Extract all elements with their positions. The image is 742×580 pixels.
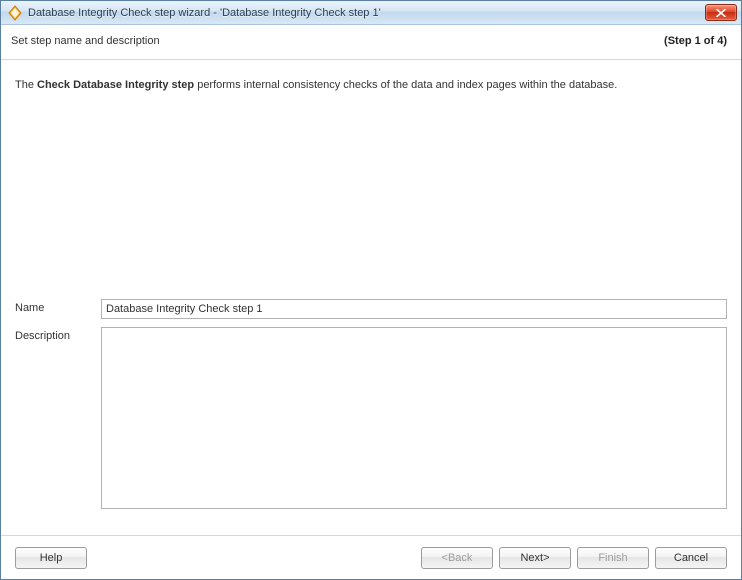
spacer-area: [15, 109, 727, 299]
title-bar: Database Integrity Check step wizard - '…: [1, 1, 741, 25]
description-label: Description: [15, 327, 101, 342]
name-input[interactable]: [101, 299, 727, 319]
intro-prefix: The: [15, 79, 37, 91]
finish-button[interactable]: Finish: [577, 547, 649, 569]
next-button[interactable]: Next>: [499, 547, 571, 569]
wizard-window: Database Integrity Check step wizard - '…: [0, 0, 742, 580]
intro-suffix: performs internal consistency checks of …: [194, 79, 617, 91]
sub-header: Set step name and description (Step 1 of…: [1, 25, 741, 60]
cancel-button[interactable]: Cancel: [655, 547, 727, 569]
close-button[interactable]: [705, 4, 737, 21]
description-input[interactable]: [101, 327, 727, 509]
intro-text: The Check Database Integrity step perfor…: [15, 79, 727, 91]
intro-strong: Check Database Integrity step: [37, 79, 194, 91]
content-area: The Check Database Integrity step perfor…: [1, 60, 741, 535]
subheader-text: Set step name and description: [11, 35, 160, 47]
close-icon: [716, 9, 726, 17]
window-title: Database Integrity Check step wizard - '…: [28, 7, 381, 19]
footer-bar: Help <Back Next> Finish Cancel: [1, 535, 741, 579]
name-row: Name: [15, 299, 727, 319]
description-row: Description: [15, 327, 727, 512]
name-label: Name: [15, 299, 101, 314]
help-button[interactable]: Help: [15, 547, 87, 569]
step-indicator: (Step 1 of 4): [664, 35, 727, 47]
back-button[interactable]: <Back: [421, 547, 493, 569]
app-icon: [7, 5, 23, 21]
